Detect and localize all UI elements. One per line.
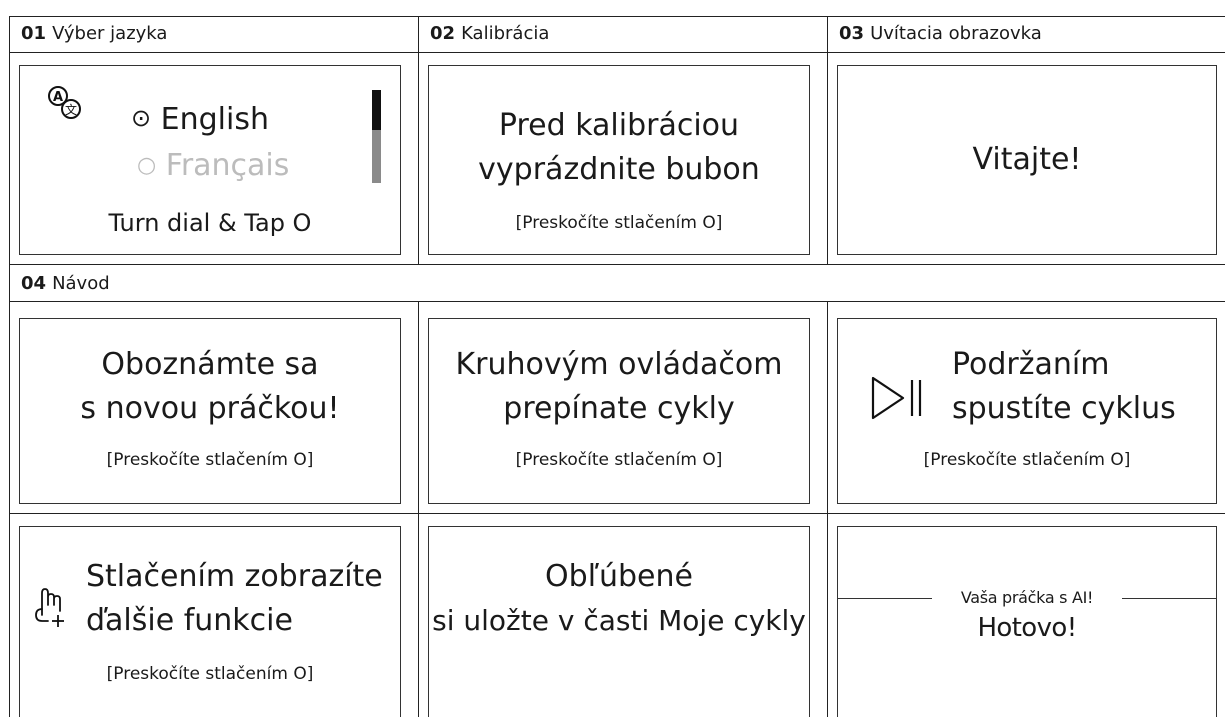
skip-hint: [Preskočíte stlačením O] [923, 450, 1131, 470]
tutorial-screen-5: Obľúbené si uložte v časti Moje cykly [428, 526, 810, 717]
grid-line-col-2 [827, 16, 828, 265]
radio-unselected-icon: ○ [137, 153, 157, 178]
tutorial-line-2: s novou práčkou! [80, 391, 340, 426]
tutorial-line-1: Kruhovým ovládačom [455, 347, 783, 382]
grid-line-header-2 [9, 301, 1225, 302]
grid-line-row-2-bottom [9, 513, 1225, 514]
section-title: Výber jazyka [52, 23, 168, 44]
calibration-screen: Pred kalibráciou vyprázdnite bubon [Pres… [428, 65, 810, 255]
language-option-francais[interactable]: ○ Français [137, 146, 289, 186]
tutorial-screen-3: Podržaním spustíte cyklus [Preskočíte st… [837, 318, 1217, 504]
language-option-label: Français [165, 148, 290, 183]
calibration-line-1: Pred kalibráciou [498, 108, 740, 143]
skip-hint: [Preskočíte stlačením O] [515, 213, 723, 233]
tutorial-screen-4: Stlačením zobrazíte ďalšie funkcie [Pres… [19, 526, 401, 717]
tutorial-line-2: si uložte v časti Moje cykly [432, 604, 806, 637]
section-number: 01 [21, 23, 47, 44]
section-header-01: 01 Výber jazyka [21, 23, 167, 45]
translate-icon: A 文 [46, 84, 86, 124]
done-subtitle: Vaša práčka s AI! [960, 588, 1094, 607]
tutorial-line-1: Stlačením zobrazíte [86, 559, 383, 594]
section-header-03: 03 Uvítacia obrazovka [839, 23, 1042, 45]
tutorial-line-2: ďalšie funkcie [86, 603, 293, 638]
play-pause-icon [870, 375, 926, 421]
radio-selected-icon: ⊙ [131, 104, 152, 132]
section-title: Kalibrácia [461, 23, 550, 44]
tutorial-line-2: prepínate cykly [503, 391, 735, 426]
tutorial-screen-1: Oboznámte sa s novou práčkou! [Preskočít… [19, 318, 401, 504]
language-screen: A 文 ⊙ English ○ Français Turn dial & Tap… [19, 65, 401, 255]
language-instruction: Turn dial & Tap O [108, 209, 312, 237]
skip-hint: [Preskočíte stlačením O] [106, 450, 314, 470]
section-number: 02 [430, 23, 456, 44]
tutorial-line-1: Oboznámte sa [101, 347, 319, 382]
welcome-text: Vitajte! [972, 142, 1082, 177]
tutorial-line-1: Podržaním [952, 347, 1110, 382]
section-header-02: 02 Kalibrácia [430, 23, 549, 45]
section-header-04: 04 Návod [21, 273, 110, 295]
language-option-english[interactable]: ⊙ English [131, 98, 269, 140]
grid-line-col-1b [418, 301, 419, 717]
tutorial-screen-2: Kruhovým ovládačom prepínate cykly [Pres… [428, 318, 810, 504]
grid-line-col-1 [418, 16, 419, 265]
grid-line-left [9, 16, 10, 717]
skip-hint: [Preskočíte stlačením O] [515, 450, 723, 470]
tutorial-screen-6: Vaša práčka s AI! Hotovo! [837, 526, 1217, 717]
language-option-label: English [160, 102, 269, 137]
svg-text:A: A [53, 90, 63, 105]
calibration-line-2: vyprázdnite bubon [478, 152, 760, 187]
grid-line-row-1-bottom [9, 264, 1225, 265]
grid-line-top [9, 16, 1225, 17]
press-hand-icon [30, 585, 70, 631]
section-title: Uvítacia obrazovka [870, 23, 1042, 44]
grid-line-col-2b [827, 301, 828, 717]
section-title: Návod [52, 273, 110, 294]
grid-line-header-1 [9, 52, 1225, 53]
tutorial-line-2: spustíte cyklus [952, 391, 1176, 426]
svg-text:文: 文 [65, 102, 77, 117]
welcome-screen: Vitajte! [837, 65, 1217, 255]
tutorial-line-1: Obľúbené [545, 559, 693, 594]
section-number: 04 [21, 273, 47, 294]
section-number: 03 [839, 23, 865, 44]
done-text: Hotovo! [977, 613, 1077, 643]
skip-hint: [Preskočíte stlačením O] [106, 664, 314, 684]
scrollbar-thumb[interactable] [372, 90, 381, 130]
